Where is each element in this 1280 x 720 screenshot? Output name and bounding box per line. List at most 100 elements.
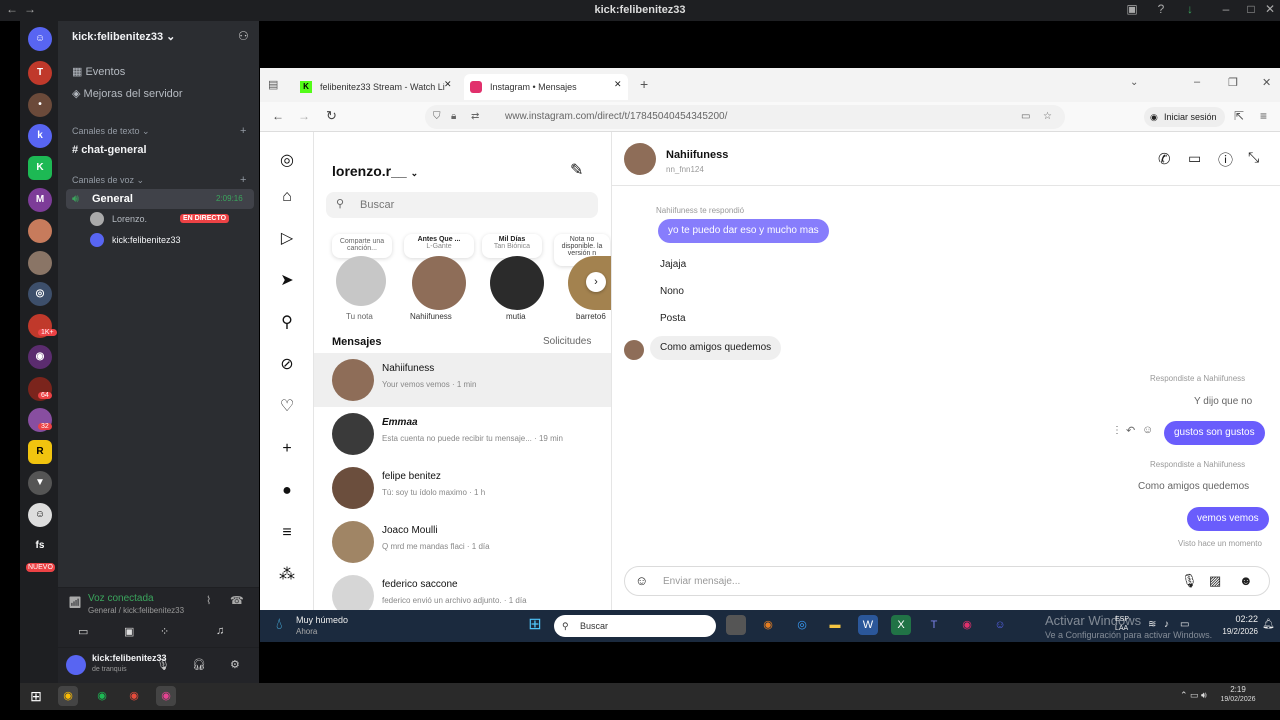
server-fs[interactable]: fs bbox=[28, 534, 52, 558]
tab-list-icon[interactable]: ⌄ bbox=[1130, 77, 1138, 88]
emoji-icon[interactable]: ☺ bbox=[635, 573, 648, 588]
discord-icon[interactable]: ☺ bbox=[990, 615, 1010, 635]
close-tab-icon[interactable]: ✕ bbox=[444, 79, 452, 90]
message-bubble[interactable]: gustos son gustos bbox=[1164, 421, 1265, 445]
create-plus-icon[interactable]: + bbox=[277, 439, 297, 459]
server-icon[interactable]: M bbox=[28, 188, 52, 212]
teams-icon[interactable]: T bbox=[924, 615, 944, 635]
rockstar-server-icon[interactable]: R bbox=[28, 440, 52, 464]
wifi-icon[interactable]: ≋ bbox=[1148, 619, 1156, 630]
info-icon[interactable]: ⓘ bbox=[1218, 149, 1233, 170]
conversation-item[interactable]: Emmaa Esta cuenta no puede recibir tu me… bbox=[332, 407, 611, 461]
close-icon[interactable]: ✕ bbox=[1262, 2, 1278, 18]
avatar[interactable] bbox=[412, 256, 466, 310]
camera-off-icon[interactable]: ▭ bbox=[78, 625, 88, 638]
spotify-icon[interactable]: ◉ bbox=[92, 686, 112, 706]
noise-suppression-icon[interactable]: ⌇ bbox=[206, 594, 211, 607]
inbox-icon[interactable]: ▣ bbox=[1124, 2, 1140, 18]
signin-button[interactable]: ◉ Iniciar sesión bbox=[1144, 107, 1225, 127]
kick-server-icon[interactable]: K bbox=[28, 156, 52, 180]
profile-icon[interactable]: ● bbox=[277, 481, 297, 501]
conversation-item[interactable]: Joaco Moulli Q mrd me mandas flaci · 1 d… bbox=[332, 515, 611, 569]
close-tab-icon[interactable]: ✕ bbox=[614, 79, 622, 90]
contact-name[interactable]: Nahiifuness bbox=[666, 149, 728, 161]
message-bubble[interactable]: Jajaja bbox=[650, 253, 696, 277]
reader-view-icon[interactable]: ▭ bbox=[1021, 105, 1030, 129]
add-channel-icon[interactable]: + bbox=[240, 174, 246, 186]
image-icon[interactable]: ▨ bbox=[1209, 573, 1221, 589]
home-icon[interactable]: ⌂ bbox=[277, 187, 297, 207]
app-icon[interactable]: ◉ bbox=[758, 615, 778, 635]
edge-icon[interactable]: ◎ bbox=[792, 615, 812, 635]
events-item[interactable]: ▦ Eventos bbox=[72, 62, 125, 82]
message-bubble[interactable]: Como amigos quedemos bbox=[650, 336, 782, 360]
note-bubble[interactable]: Comparte una canción... bbox=[332, 234, 392, 258]
more-options-icon[interactable]: ⋮ bbox=[1112, 425, 1122, 436]
microphone-icon[interactable]: 🎙︎ bbox=[156, 658, 170, 671]
message-input[interactable]: ☺ Enviar mensaje... 🎙︎ ▨ ☻ bbox=[624, 566, 1270, 596]
note-bubble[interactable]: Mil Días Tan Biónica bbox=[482, 234, 542, 258]
explore-icon[interactable]: ⊘ bbox=[277, 355, 297, 375]
soundboard-icon[interactable]: ♫ bbox=[216, 625, 224, 637]
message-bubble[interactable]: Posta bbox=[650, 307, 696, 331]
add-friend-icon[interactable]: ⚇ bbox=[238, 29, 249, 43]
windows-start-icon[interactable]: ⊞ bbox=[525, 615, 545, 635]
download-icon[interactable]: ↓ bbox=[1182, 2, 1198, 18]
video-call-icon[interactable]: ▭ bbox=[1188, 150, 1201, 167]
task-view-icon[interactable] bbox=[726, 615, 746, 635]
server-icon[interactable] bbox=[28, 251, 52, 275]
activities-icon[interactable]: ⁘ bbox=[160, 625, 169, 638]
discord-home-icon[interactable]: ☺ bbox=[28, 27, 52, 51]
server-icon[interactable] bbox=[28, 219, 52, 243]
conversation-item[interactable]: federico saccone federico envió un archi… bbox=[332, 569, 611, 610]
battery-icon[interactable]: ▭ bbox=[1180, 619, 1189, 630]
voice-member-name[interactable]: kick:felibenitez33 bbox=[112, 235, 181, 245]
minimize-icon[interactable]: – bbox=[1194, 76, 1200, 88]
restore-icon[interactable]: ❐ bbox=[1228, 76, 1238, 89]
message-bubble[interactable]: yo te puedo dar eso y mucho mas bbox=[658, 219, 829, 243]
channel-chat-general[interactable]: # chat-general bbox=[72, 140, 147, 160]
windows-start-icon[interactable]: ⊞ bbox=[26, 686, 46, 706]
volume-icon[interactable]: ♪ bbox=[1164, 619, 1169, 630]
message-bubble[interactable]: vemos vemos bbox=[1187, 507, 1269, 531]
headphones-icon[interactable]: 🎧︎ bbox=[192, 658, 206, 671]
server-icon[interactable]: ◉ bbox=[28, 345, 52, 369]
reels-icon[interactable]: ▷ bbox=[277, 229, 297, 249]
help-icon[interactable]: ? bbox=[1153, 2, 1169, 18]
browser-icon[interactable]: ◉ bbox=[957, 615, 977, 635]
message-bubble[interactable]: Nono bbox=[650, 280, 694, 304]
avatar[interactable] bbox=[66, 655, 86, 675]
server-icon[interactable]: ◎ bbox=[28, 282, 52, 306]
voice-channel-general[interactable]: 🔊︎ General 2:09:16 bbox=[66, 189, 254, 209]
taskbar-search[interactable]: ⚲ Buscar bbox=[554, 615, 716, 637]
more-menu-icon[interactable]: ≡ bbox=[277, 523, 297, 543]
server-icon[interactable]: ☺ bbox=[28, 503, 52, 527]
search-input[interactable]: ⚲ Buscar bbox=[326, 192, 598, 218]
add-channel-icon[interactable]: + bbox=[240, 125, 246, 137]
excel-icon[interactable]: X bbox=[891, 615, 911, 635]
tab-kick[interactable]: K felibenitez33 Stream - Watch Li bbox=[294, 74, 458, 100]
menu-icon[interactable]: ≡ bbox=[1260, 109, 1267, 123]
requests-link[interactable]: Solicitudes bbox=[543, 336, 591, 347]
bookmark-star-icon[interactable]: ☆ bbox=[1043, 105, 1052, 129]
messages-icon[interactable]: ➤ bbox=[277, 271, 297, 291]
app-icon[interactable]: ◉ bbox=[156, 686, 176, 706]
extensions-icon[interactable]: ⇱ bbox=[1234, 109, 1244, 123]
microphone-icon[interactable]: 🎙︎ bbox=[1181, 573, 1198, 589]
reply-icon[interactable]: ↶ bbox=[1126, 424, 1135, 437]
reload-icon[interactable]: ↻ bbox=[326, 108, 337, 124]
back-icon[interactable]: ← bbox=[272, 109, 284, 123]
clock-date[interactable]: 19/2/2026 bbox=[1200, 627, 1258, 636]
react-emoji-icon[interactable]: ☺ bbox=[1142, 424, 1153, 436]
new-tab-icon[interactable]: + bbox=[640, 76, 648, 92]
server-icon[interactable]: • bbox=[28, 93, 52, 117]
app-icon[interactable]: ◉ bbox=[124, 686, 144, 706]
search-icon[interactable]: ⚲ bbox=[277, 313, 297, 333]
instagram-logo-icon[interactable]: ◎ bbox=[277, 151, 297, 171]
maximize-icon[interactable]: □ bbox=[1243, 2, 1259, 18]
voice-category[interactable]: Canales de voz ⌄ bbox=[72, 170, 144, 190]
boosts-item[interactable]: ◈ Mejoras del servidor bbox=[72, 84, 183, 104]
text-category[interactable]: Canales de texto ⌄ bbox=[72, 121, 150, 141]
screen-share-icon[interactable]: ▣ bbox=[124, 625, 134, 638]
clock-time[interactable]: 02:22 bbox=[1212, 614, 1258, 624]
